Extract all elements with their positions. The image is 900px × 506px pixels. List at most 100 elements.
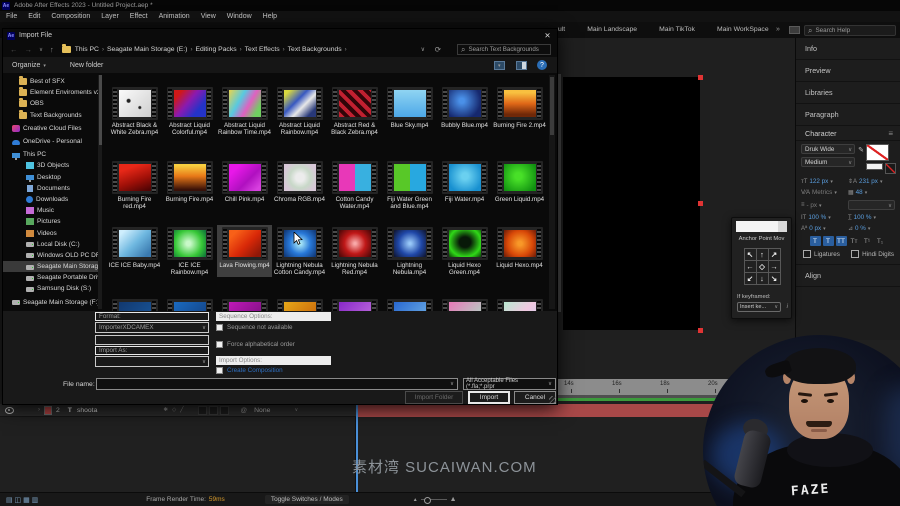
file-item[interactable]: Bubbly Blue.mp4 [437,85,492,137]
file-item[interactable]: Burning Fire.mp4 [162,159,217,211]
dialog-title-bar[interactable]: Ae Import File ✕ [3,29,557,42]
organize-button[interactable]: Organize [12,62,46,69]
workspace-tab[interactable]: Main Landscape [587,26,637,33]
sidebar-item[interactable]: Documents [3,183,98,194]
file-item[interactable]: Chill Pink.mp4 [217,159,272,211]
faux-style-toggle[interactable]: T [809,236,821,246]
panel-menu-icon[interactable] [888,129,893,138]
faux-style-toggle[interactable]: T₁ [875,236,886,246]
refresh-icon[interactable]: ⟳ [435,45,441,54]
file-item[interactable] [107,297,162,311]
panel-section-header[interactable]: Paragraph [796,104,900,126]
stroke-style-dropdown[interactable] [848,200,895,210]
file-item[interactable] [162,297,217,311]
align-section-header[interactable]: Align [796,264,900,287]
help-search-input[interactable]: Search Help [804,25,896,36]
zoom-out-icon[interactable]: ▲ [413,497,418,503]
sidebar-item[interactable]: OBS [3,98,98,109]
dialog-search-input[interactable]: Search Text Backgrounds [457,44,551,55]
preview-pane-icon[interactable] [516,60,527,70]
breadcrumb-segment[interactable]: Editing Packs › [195,46,241,53]
layer-row[interactable]: › 2 T shoota ✱◇╱ @ None [0,404,356,417]
font-style-dropdown[interactable]: Medium [801,157,856,167]
sidebar-item[interactable]: 3D Objects [3,160,98,171]
workspace-tab[interactable]: ult [558,26,565,33]
toggle-switches-button[interactable]: Toggle Switches / Modes [264,495,349,504]
ligatures-checkbox[interactable]: Ligatures [803,250,840,258]
faux-style-toggle[interactable]: T [822,236,834,246]
file-item[interactable]: Lava Flowing.mp4 [217,225,272,277]
layer-switch-icons[interactable]: ✱◇╱ [163,407,187,413]
layer-name[interactable]: shoota [77,407,97,414]
status-bar-icons[interactable]: ▤ ◫ ▦ ▥ [6,496,38,504]
sidebar-item[interactable]: Best of SFX [3,76,98,87]
file-item[interactable]: Burning Fire red.mp4 [107,159,162,211]
force-alpha-checkbox[interactable]: Force alphabetical order [216,341,295,348]
layer-color-swatch[interactable] [44,405,52,415]
tracking-control[interactable]: ▦ 48 [848,189,895,196]
vertical-scale-control[interactable]: ІT 100 % [801,214,848,221]
sidebar-item[interactable]: Element Enviroments v2 [3,87,98,98]
import-folder-button[interactable]: Import Folder [405,391,463,404]
sidebar-item[interactable]: Downloads [3,194,98,205]
file-type-dropdown[interactable]: All Acceptable Files (*.fla;*.prpr ∨ [463,378,556,390]
sidebar-item[interactable]: This PC [3,149,98,160]
file-list-scrollbar[interactable] [549,75,555,309]
sidebar-item[interactable]: Samsung Disk (S:) [3,283,98,294]
import-as-dropdown[interactable]: ∨ [95,356,209,367]
file-item[interactable]: Fiji Water Green and Blue.mp4 [382,159,437,211]
tsume-control[interactable]: ⊿ 0 % [848,225,895,232]
menu-item[interactable]: Edit [28,13,40,20]
panel-section-header[interactable]: Info [796,38,900,60]
keyframe-dropdown[interactable]: Insert ke... ∨ [737,302,781,312]
sidebar-item[interactable]: Windows OLD PC DRIVE ( [3,250,98,261]
hindi-digits-checkbox[interactable]: Hindi Digits [851,250,894,258]
layer-twirl-icon[interactable]: › [38,407,40,413]
selection-handle[interactable] [698,201,703,206]
file-item[interactable]: Abstract Liquid Rainbow.mp4 [272,85,327,137]
file-item[interactable]: Liquid Hexo Green.mp4 [437,225,492,277]
fill-color-swatch[interactable] [866,144,889,161]
eyedropper-icon[interactable]: ✎ [858,146,864,154]
layer-visibility-icon[interactable] [5,406,14,414]
comp-scrollbar[interactable] [558,74,561,312]
kerning-control[interactable]: V⁄A Metrics [801,189,848,196]
file-name-input[interactable]: ∨ [96,378,458,390]
close-icon[interactable]: ✕ [542,30,553,41]
breadcrumb-segment[interactable]: This PC › [75,46,104,53]
workspace-overflow-icon[interactable]: » [776,26,780,33]
pick-whip-icon[interactable]: @ [241,407,248,414]
font-size-control[interactable]: тT 122 px [801,178,848,185]
faux-style-toggle[interactable]: TT [835,236,847,246]
back-icon[interactable]: ← [10,45,18,54]
workspace-tab[interactable]: Main WorkSpace [717,26,769,33]
file-item[interactable]: ICE ICE Rainbow.mp4 [162,225,217,277]
help-icon[interactable]: ? [537,60,547,70]
baseline-shift-control[interactable]: Aª 0 px [801,225,848,232]
file-item[interactable]: Green Liquid.mp4 [492,159,547,211]
file-item[interactable]: Liquid Hexo.mp4 [492,225,547,277]
breadcrumb-segment[interactable]: Text Effects › [245,46,285,53]
panel-section-header[interactable]: Preview [796,60,900,82]
sidebar-item[interactable]: Creative Cloud Files [3,123,98,134]
character-panel-header[interactable]: Character [796,126,900,141]
zoom-in-icon[interactable]: ▲ [450,496,457,503]
parent-dropdown[interactable]: None [251,406,301,415]
file-item[interactable]: Fiji Water.mp4 [437,159,492,211]
menu-item[interactable]: Help [263,13,277,20]
menu-item[interactable]: Layer [101,13,119,20]
format-dropdown[interactable]: ImporterXDCAMEX ∨ [95,322,209,333]
file-item[interactable]: Lightning Nebula Red.mp4 [327,225,382,277]
file-item[interactable] [327,297,382,311]
file-item[interactable] [437,297,492,311]
layer-switch-boxes[interactable] [197,405,229,415]
file-item[interactable]: Cotton Candy Water.mp4 [327,159,382,211]
sidebar-item[interactable]: Pictures [3,216,98,227]
file-item[interactable]: ICE ICE Baby.mp4 [107,225,162,277]
file-item[interactable]: Abstract Red & Black Zebra.mp4 [327,85,382,137]
selection-handle[interactable] [698,328,703,333]
composition-frame[interactable] [563,77,700,330]
format-extra-field[interactable] [95,335,209,345]
sidebar-item[interactable]: Seagate Portable Drive (G [3,272,98,283]
sidebar-scrollbar[interactable] [98,75,102,309]
